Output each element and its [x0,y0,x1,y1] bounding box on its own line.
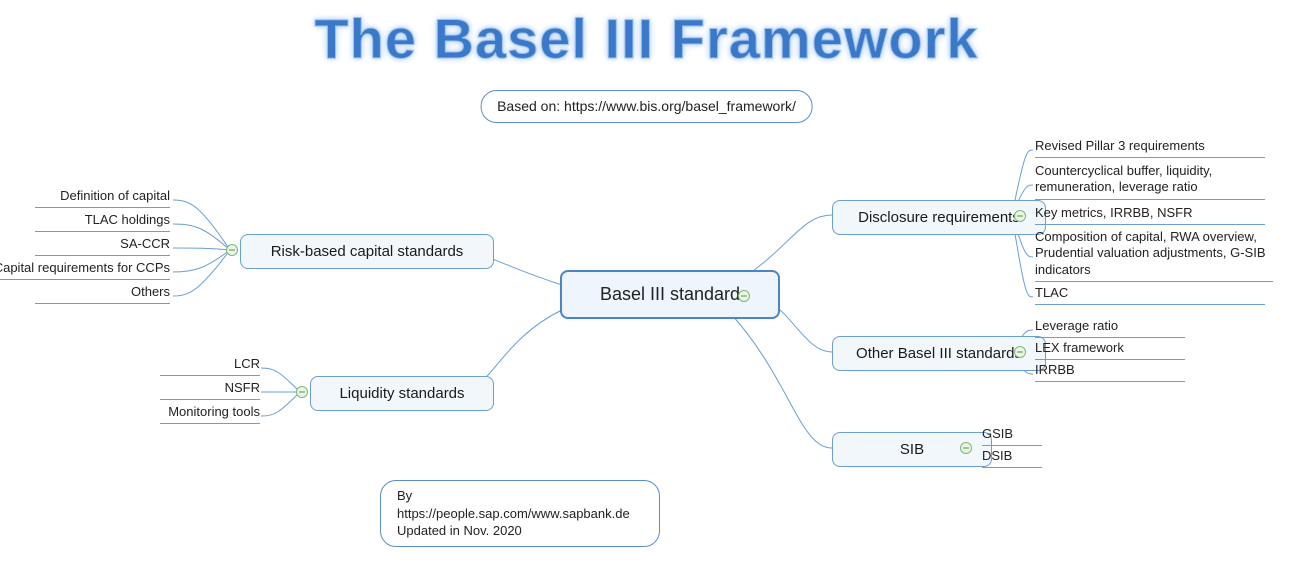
leaf-risk-2[interactable]: SA-CCR [35,236,170,256]
footer-line-1: By https://people.sap.com/www.sapbank.de [397,488,630,521]
leaf-risk-3[interactable]: Capital requirements for CCPs [0,260,170,280]
leaf-liq-2[interactable]: Monitoring tools [160,404,260,424]
leaf-oth-2[interactable]: IRRBB [1035,362,1185,382]
expand-icon[interactable] [738,290,750,302]
branch-risk[interactable]: Risk-based capital standards [240,234,494,269]
expand-icon[interactable] [226,244,238,256]
page-title: The Basel III Framework [0,6,1293,71]
diagram-stage: The Basel III Framework Based on: https:… [0,0,1293,571]
expand-icon[interactable] [296,386,308,398]
expand-icon[interactable] [1014,210,1026,222]
leaf-dis-4[interactable]: TLAC [1035,285,1265,305]
leaf-risk-0[interactable]: Definition of capital [35,188,170,208]
footer-line-2: Updated in Nov. 2020 [397,523,522,538]
expand-icon[interactable] [960,442,972,454]
leaf-dis-3[interactable]: Composition of capital, RWA overview, Pr… [1035,229,1273,282]
branch-liquidity[interactable]: Liquidity standards [310,376,494,411]
expand-icon[interactable] [1014,346,1026,358]
leaf-risk-4[interactable]: Others [35,284,170,304]
leaf-dis-1[interactable]: Countercyclical buffer, liquidity, remun… [1035,163,1265,200]
leaf-liq-0[interactable]: LCR [160,356,260,376]
leaf-dis-0[interactable]: Revised Pillar 3 requirements [1035,138,1265,158]
leaf-oth-1[interactable]: LEX framework [1035,340,1185,360]
footer-pill: By https://people.sap.com/www.sapbank.de… [380,480,660,547]
leaf-risk-1[interactable]: TLAC holdings [35,212,170,232]
subtitle-pill: Based on: https://www.bis.org/basel_fram… [480,90,813,123]
leaf-sib-1[interactable]: DSIB [982,448,1042,468]
leaf-oth-0[interactable]: Leverage ratio [1035,318,1185,338]
leaf-sib-0[interactable]: GSIB [982,426,1042,446]
leaf-dis-2[interactable]: Key metrics, IRRBB, NSFR [1035,205,1265,225]
leaf-liq-1[interactable]: NSFR [160,380,260,400]
